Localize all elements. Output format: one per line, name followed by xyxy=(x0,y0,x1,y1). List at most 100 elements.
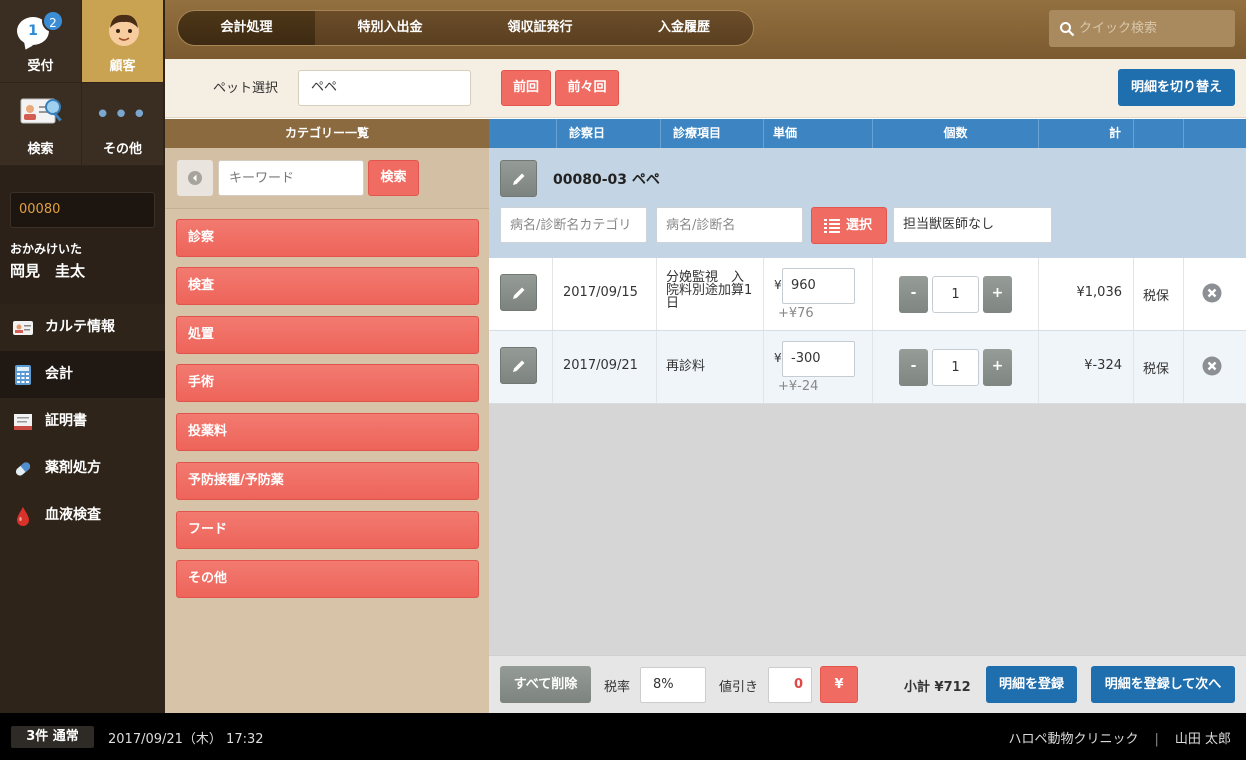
notification-badge: 2 xyxy=(42,10,64,32)
sidebar-item-label: カルテ情報 xyxy=(45,319,115,335)
previous-button[interactable]: 前回 xyxy=(501,70,551,106)
chevron-left-icon xyxy=(188,171,202,185)
row-item: 分娩監視 入院料別途加算1日 xyxy=(666,270,753,311)
quantity-input[interactable]: 1 xyxy=(932,276,979,313)
edit-row-button[interactable] xyxy=(500,274,537,311)
tab-payment-history[interactable]: 入金履歴 xyxy=(615,11,753,45)
row-total: ¥1,036 xyxy=(1076,285,1123,300)
blood-drop-icon xyxy=(17,507,29,526)
sidebar-item-certificate[interactable]: 証明書 xyxy=(0,398,165,445)
tax-rate-input[interactable]: 8% xyxy=(640,667,706,703)
delete-all-button[interactable]: すべて削除 xyxy=(500,666,591,703)
tab-special-payment[interactable]: 特別入出金 xyxy=(315,11,465,45)
sidebar-item-chart[interactable]: カルテ情報 xyxy=(0,304,165,351)
reception-tile[interactable]: 1 2 受付 xyxy=(0,0,81,82)
decrease-quantity-button[interactable]: - xyxy=(899,276,928,313)
other-label: その他 xyxy=(102,142,142,157)
sidebar-item-blood-test[interactable]: 血液検査 xyxy=(0,492,165,539)
user-name[interactable]: 山田 太郎 xyxy=(1175,732,1231,747)
search-tile[interactable]: 検索 xyxy=(0,83,81,165)
category-item[interactable]: 予防接種/予防薬 xyxy=(176,462,479,500)
table-row: 2017/09/15 分娩監視 入院料別途加算1日 ¥ 960 +¥76 - 1… xyxy=(489,258,1246,331)
category-item[interactable]: 投薬料 xyxy=(176,413,479,451)
sidebar-item-accounting[interactable]: 会計 xyxy=(0,351,165,398)
tab-accounting[interactable]: 会計処理 xyxy=(178,11,315,45)
diagnosis-category-input[interactable] xyxy=(500,207,647,243)
status-clinic-user: ハロペ動物クリニック | 山田 太郎 xyxy=(1008,728,1231,747)
row-item: 再診料 xyxy=(666,359,706,374)
delete-row-icon[interactable] xyxy=(1202,283,1222,303)
category-panel: カテゴリー一覧 検索 診察 検査 処置 手術 投薬料 予防接種/予防薬 フード … xyxy=(165,119,489,713)
select-label: 選択 xyxy=(846,218,873,233)
category-item[interactable]: その他 xyxy=(176,560,479,598)
header-spacer xyxy=(489,119,556,148)
calculator-icon xyxy=(15,365,31,385)
vet-select[interactable]: 担当獣医師なし xyxy=(893,207,1052,243)
list-icon xyxy=(824,219,840,233)
column-price: 単価 xyxy=(763,119,872,148)
tax-type: 税保 xyxy=(1143,289,1170,304)
category-item[interactable]: フード xyxy=(176,511,479,549)
subtotal: 小計 ¥712 xyxy=(904,680,971,695)
pet-select-bar: ペット選択 ペペ 前回 前々回 明細を切り替え xyxy=(165,59,1246,118)
patient-kana: おかみけいた xyxy=(10,242,83,256)
category-title: カテゴリー一覧 xyxy=(165,119,489,148)
discount-input[interactable]: 0 xyxy=(768,667,812,703)
keyword-input[interactable] xyxy=(218,160,364,196)
pencil-icon xyxy=(513,287,525,299)
register-details-button[interactable]: 明細を登録 xyxy=(986,666,1077,703)
top-header: 会計処理 特別入出金 領収証発行 入金履歴 xyxy=(165,0,1246,59)
quantity-input[interactable]: 1 xyxy=(932,349,979,386)
reception-count: 1 xyxy=(28,23,38,39)
diagnosis-input[interactable] xyxy=(656,207,803,243)
table-header: 診察日 診療項目 単価 個数 計 xyxy=(489,119,1246,148)
column-date: 診察日 xyxy=(556,119,660,148)
column-item: 診療項目 xyxy=(660,119,763,148)
sidebar-item-prescription[interactable]: 薬剤処方 xyxy=(0,445,165,492)
keyword-search-button[interactable]: 検索 xyxy=(368,160,419,196)
register-and-next-button[interactable]: 明細を登録して次へ xyxy=(1091,666,1235,703)
discount-label: 値引き xyxy=(719,680,759,695)
customer-tile[interactable]: 顧客 xyxy=(82,0,163,82)
pet-select-field[interactable]: ペペ xyxy=(298,70,471,106)
category-item[interactable]: 処置 xyxy=(176,316,479,354)
unit-price-input[interactable]: -300 xyxy=(782,341,855,377)
before-previous-button[interactable]: 前々回 xyxy=(555,70,619,106)
status-datetime: 2017/09/21（木） 17:32 xyxy=(108,732,264,747)
header-spacer xyxy=(1133,119,1183,148)
row-date: 2017/09/21 xyxy=(563,358,638,373)
table-row: 2017/09/21 再診料 ¥ -300 +¥-24 - 1 + ¥-324 … xyxy=(489,331,1246,404)
select-diagnosis-button[interactable]: 選択 xyxy=(811,207,887,244)
yen-sign: ¥ xyxy=(774,351,782,365)
sidebar: 1 2 受付 顧客 検索 ••• その他 00080 おかみけいた 岡見 圭太 … xyxy=(0,0,165,713)
decrease-quantity-button[interactable]: - xyxy=(899,349,928,386)
unit-price-input[interactable]: 960 xyxy=(782,268,855,304)
clinic-name: ハロペ動物クリニック xyxy=(1008,732,1139,747)
category-item[interactable]: 手術 xyxy=(176,364,479,402)
category-back-button[interactable] xyxy=(177,160,213,196)
discount-unit-button[interactable]: ¥ xyxy=(820,666,858,703)
category-item[interactable]: 診察 xyxy=(176,219,479,257)
tax-note: +¥76 xyxy=(778,306,814,321)
sidebar-item-label: 会計 xyxy=(45,366,73,382)
group-title: 00080-03 ペペ xyxy=(553,172,660,188)
edit-row-button[interactable] xyxy=(500,347,537,384)
column-total: 計 xyxy=(1038,119,1133,148)
switch-details-button[interactable]: 明細を切り替え xyxy=(1118,69,1235,106)
status-badge[interactable]: 3件 通常 xyxy=(11,726,94,748)
increase-quantity-button[interactable]: + xyxy=(983,276,1012,313)
quick-search xyxy=(1049,10,1235,47)
category-item[interactable]: 検査 xyxy=(176,267,479,305)
delete-row-icon[interactable] xyxy=(1202,356,1222,376)
yen-sign: ¥ xyxy=(774,278,782,292)
increase-quantity-button[interactable]: + xyxy=(983,349,1012,386)
certificate-icon xyxy=(14,414,32,430)
patient-info: 00080 おかみけいた 岡見 圭太 xyxy=(0,166,165,304)
tab-receipt[interactable]: 領収証発行 xyxy=(465,11,615,45)
tab-bar: 会計処理 特別入出金 領収証発行 入金履歴 xyxy=(177,10,754,46)
quick-search-input[interactable] xyxy=(1079,10,1229,47)
row-total: ¥-324 xyxy=(1084,358,1122,373)
other-tile[interactable]: ••• その他 xyxy=(82,83,163,165)
search-label: 検索 xyxy=(27,142,54,157)
edit-group-button[interactable] xyxy=(500,160,537,197)
